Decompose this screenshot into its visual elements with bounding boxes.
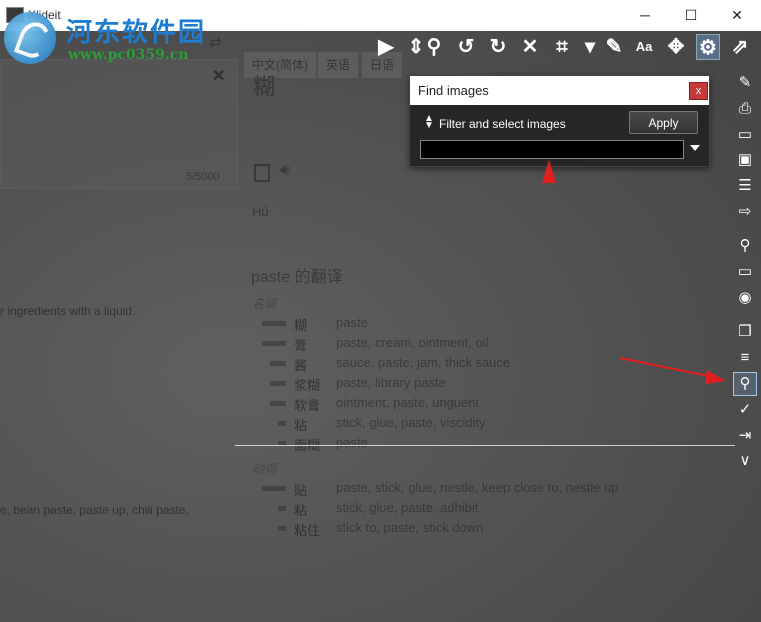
- minimize-button[interactable]: ─: [622, 0, 668, 31]
- char-count: 5/5000: [186, 171, 220, 183]
- close-icon[interactable]: ✕: [518, 34, 542, 60]
- frequency-bar: [262, 321, 286, 326]
- translation-word[interactable]: 糊: [294, 315, 307, 334]
- folder-icon[interactable]: ▭: [734, 261, 756, 283]
- external-link-icon[interactable]: ⇗: [728, 34, 752, 60]
- frequency-bar: [270, 361, 286, 366]
- translation-word[interactable]: 粘: [294, 500, 307, 519]
- pinyin: Hú: [252, 204, 269, 219]
- translations-heading: paste 的翻译: [251, 269, 343, 286]
- translation-meanings: stick, glue, paste, viscidity: [336, 415, 486, 430]
- frequency-bar: [278, 526, 286, 531]
- translation-meanings: paste: [336, 435, 368, 450]
- watermark-url: www.pc0359.cn: [68, 47, 189, 63]
- watermark-title: 河东软件园: [66, 18, 207, 48]
- result-text: 糊: [253, 74, 276, 99]
- exit-icon[interactable]: ⇥: [734, 425, 756, 447]
- definition-snippet: r ingredients with a liquid.: [0, 304, 136, 318]
- examples-snippet: e, bean paste, paste up, chili paste,: [0, 503, 189, 517]
- laptop-icon[interactable]: ▭: [734, 124, 756, 146]
- translation-meanings: stick, glue, paste, adhibit: [336, 500, 479, 515]
- app-window: Xlideit ─ ☐ ✕ 中文(简体) 英语 日语 ⇄ ✕ 5/5000 糊 …: [0, 0, 761, 622]
- print-icon[interactable]: ⎙: [734, 98, 756, 120]
- frequency-bar: [278, 506, 286, 511]
- edit-file-icon[interactable]: ✎: [734, 72, 756, 94]
- find-images-icon[interactable]: ⚲: [733, 372, 757, 396]
- folder-copy-icon[interactable]: ❐: [734, 321, 756, 343]
- move-icon[interactable]: ✥: [664, 34, 688, 60]
- chevron-down-icon[interactable]: ∨: [734, 450, 756, 472]
- frequency-bar: [262, 486, 286, 491]
- settings-icon[interactable]: ⚙: [696, 34, 720, 60]
- translation-meanings: sauce, paste, jam, thick sauce: [336, 355, 511, 370]
- dialog-close-button[interactable]: x: [689, 82, 708, 100]
- translation-word[interactable]: 软膏: [294, 395, 320, 414]
- frequency-bar: [278, 421, 286, 426]
- filter-dropdown-icon[interactable]: [690, 145, 700, 151]
- dialog-title-bar: Find images x: [410, 76, 709, 105]
- translation-meanings: paste: [336, 315, 368, 330]
- document-list-icon[interactable]: ≡: [734, 347, 756, 369]
- search-icon[interactable]: ⚲: [422, 34, 446, 60]
- clear-input-icon[interactable]: ✕: [212, 66, 225, 86]
- dialog-title: Find images: [418, 83, 489, 98]
- translation-word[interactable]: 膏: [294, 335, 307, 354]
- translation-word[interactable]: 酱: [294, 355, 307, 374]
- translation-meanings: stick to, paste, stick down: [336, 520, 484, 535]
- maximize-button[interactable]: ☐: [668, 0, 714, 31]
- folder-move-icon[interactable]: ⇨: [734, 201, 756, 223]
- play-icon[interactable]: ▶: [374, 34, 398, 60]
- source-text-box[interactable]: [0, 59, 238, 189]
- translation-meanings: ointment, paste, unguent: [336, 395, 480, 410]
- camera-icon[interactable]: ◉: [734, 287, 756, 309]
- swap-icon[interactable]: ⇄: [209, 33, 222, 51]
- filter-input[interactable]: [420, 140, 684, 159]
- translation-meanings: paste, cream, ointment, oil: [336, 335, 489, 350]
- checkbox-icon[interactable]: ✓: [734, 399, 756, 421]
- frequency-bar: [270, 401, 286, 406]
- crop-icon[interactable]: ⌗: [550, 34, 574, 60]
- translation-word[interactable]: 粘住: [294, 520, 320, 539]
- pos-label-verb: 动词: [252, 462, 277, 476]
- filter-label: Filter and select images: [439, 117, 566, 131]
- image-icon[interactable]: ▣: [734, 149, 756, 171]
- edit-icon[interactable]: ✎: [602, 34, 626, 60]
- translation-word[interactable]: 浆糊: [294, 375, 320, 394]
- translation-word[interactable]: 粘: [294, 415, 307, 434]
- rotate-left-icon[interactable]: ↺: [454, 34, 478, 60]
- watermark-logo: [4, 12, 56, 64]
- frequency-bar: [262, 341, 286, 346]
- divider: [235, 445, 735, 446]
- close-window-button[interactable]: ✕: [714, 0, 760, 31]
- frequency-bar: [270, 381, 286, 386]
- speaker-icon[interactable]: 🔊︎: [280, 162, 290, 180]
- lang-tab-english[interactable]: 英语: [318, 52, 359, 78]
- right-sidebar: ✎ ⎙ ▭ ▣ ☰ ⇨ ⚲ ▭ ◉ ❐ ≡ ⚲ ✓ ⇥ ∨: [730, 62, 761, 622]
- list-icon[interactable]: ☰: [734, 175, 756, 197]
- copy-icon[interactable]: [254, 164, 270, 182]
- rotate-right-icon[interactable]: ↻: [486, 34, 510, 60]
- find-images-dialog: Find images x ▲ ▼ Filter and select image…: [409, 75, 710, 167]
- text-size-icon[interactable]: Aa: [632, 34, 656, 60]
- find-file-icon[interactable]: ⚲: [734, 235, 756, 257]
- sort-arrows-icon: ▲ ▼: [424, 113, 434, 131]
- dropdown-icon[interactable]: ▾: [578, 34, 602, 60]
- translation-meanings: paste, stick, glue, nestle, keep close t…: [336, 480, 619, 495]
- translation-meanings: paste, library paste: [336, 375, 446, 390]
- pos-label-noun: 名词: [252, 297, 277, 311]
- apply-button[interactable]: Apply: [629, 111, 698, 134]
- translation-word[interactable]: 贴: [294, 480, 307, 499]
